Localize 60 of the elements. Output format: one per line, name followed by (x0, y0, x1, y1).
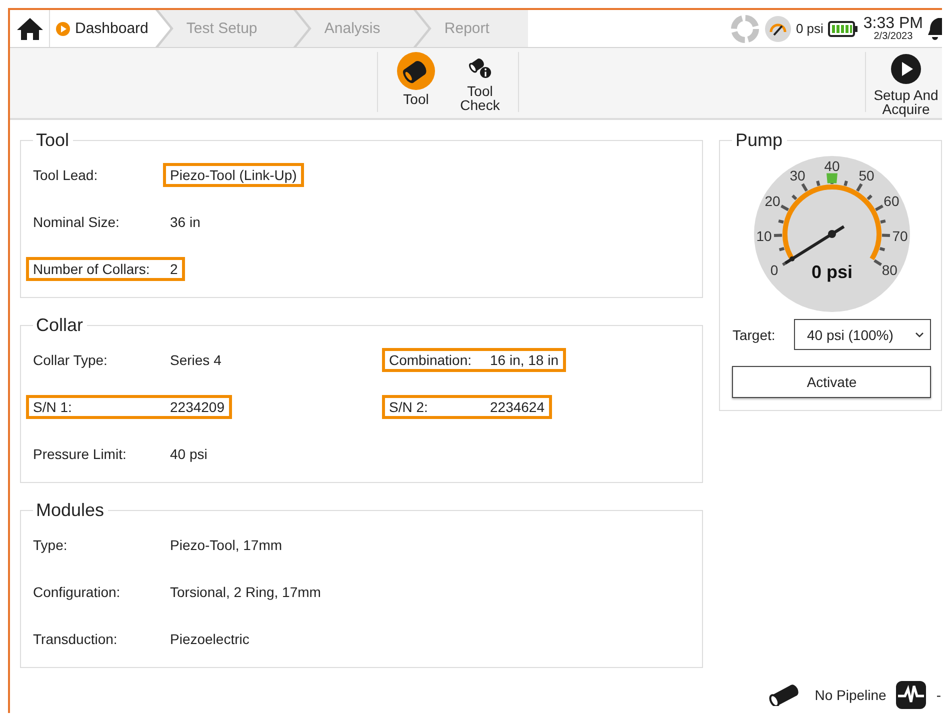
target-label: Target: (732, 326, 776, 342)
pipe-icon (768, 684, 801, 706)
target-dropdown[interactable]: 40 psi (100%) (794, 319, 931, 350)
field-value: 16 in, 18 in (490, 352, 558, 368)
ring-icon (730, 14, 760, 44)
battery-icon (828, 20, 858, 36)
scale-label: 30 (789, 167, 805, 184)
scale-label: 70 (892, 228, 908, 244)
field-label: Pressure Limit: (33, 446, 128, 462)
scale-label: 60 (883, 193, 899, 210)
field-label: Transduction: (33, 630, 118, 646)
scale-label: 0 (770, 262, 778, 278)
status-text: - (936, 687, 941, 703)
gauge-reading: 0 psi (811, 262, 852, 282)
gauge-icon (764, 16, 791, 42)
breadcrumb-tab[interactable]: Dashboard (50, 10, 170, 47)
field-value: 40 psi (170, 446, 208, 462)
clock-time: 3:33 PM (863, 16, 923, 32)
activate-button[interactable]: Activate (732, 366, 931, 398)
field-label: Tool Lead: (33, 166, 99, 182)
scale-label: 50 (858, 167, 874, 184)
group-title: Modules (35, 500, 106, 521)
play-icon (889, 52, 923, 86)
field-value: Piezo-Tool (Link-Up) (163, 162, 304, 186)
play-icon (56, 22, 70, 36)
scale-label: 10 (756, 228, 772, 244)
setup-acquire-button[interactable]: Setup And Acquire (870, 52, 942, 116)
tool-icon (397, 52, 435, 90)
group-title: Tool (35, 130, 70, 151)
scale-label: 20 (764, 193, 780, 210)
field-value: 2 (170, 260, 178, 276)
toolbar-button[interactable]: Tool (384, 52, 448, 112)
field-label: Number of Collars: (33, 260, 151, 276)
field-label: Combination: (389, 352, 472, 368)
pipeline-status: No Pipeline (814, 687, 886, 703)
field-label: Configuration: (33, 584, 122, 600)
gauge-needle (784, 225, 844, 264)
field-value: 36 in (170, 214, 200, 230)
clock-date: 2/3/2023 (874, 32, 913, 42)
group-title: Pump (734, 130, 784, 151)
field-value: 2234624 (490, 398, 545, 414)
waveform-icon[interactable] (896, 681, 926, 709)
home-icon (16, 16, 44, 40)
field-label: Nominal Size: (33, 214, 120, 230)
scale-label: 40 (824, 158, 840, 174)
field-value: Series 4 (170, 352, 222, 368)
field-label: S/N 2: (389, 398, 429, 414)
bell-icon[interactable] (928, 16, 942, 42)
field-value: Torsional, 2 Ring, 17mm (170, 584, 321, 600)
field-label: Type: (33, 536, 68, 552)
field-label: S/N 1: (33, 398, 73, 414)
chevron-down-icon (915, 332, 924, 338)
field-value: Piezo-Tool, 17mm (170, 536, 282, 552)
field-value: Piezoelectric (170, 630, 250, 646)
field-label: Collar Type: (33, 352, 108, 368)
pressure-reading: 0 psi (796, 21, 824, 36)
scale-label: 80 (882, 262, 898, 278)
group-title: Collar (35, 315, 84, 336)
toolbar-button[interactable]: Tool Check (448, 52, 512, 112)
field-value: 2234209 (170, 398, 225, 414)
